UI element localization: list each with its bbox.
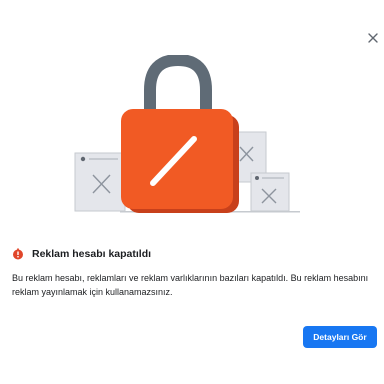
dialog-description: Bu reklam hesabı, reklamları ve reklam v… bbox=[12, 273, 369, 297]
lock-illustration bbox=[74, 55, 300, 213]
see-details-button[interactable]: Detayları Gör bbox=[303, 326, 377, 348]
close-button[interactable] bbox=[364, 29, 382, 47]
title-row: Reklam hesabı kapatıldı bbox=[12, 248, 151, 260]
document-card-right-bottom bbox=[250, 172, 290, 212]
account-disabled-dialog: Reklam hesabı kapatıldı Bu reklam hesabı… bbox=[0, 0, 384, 384]
close-icon bbox=[368, 33, 378, 43]
document-card-left bbox=[74, 152, 126, 212]
lock-shackle bbox=[144, 55, 212, 113]
dialog-title: Reklam hesabı kapatıldı bbox=[32, 248, 152, 260]
warning-icon bbox=[13, 248, 23, 260]
